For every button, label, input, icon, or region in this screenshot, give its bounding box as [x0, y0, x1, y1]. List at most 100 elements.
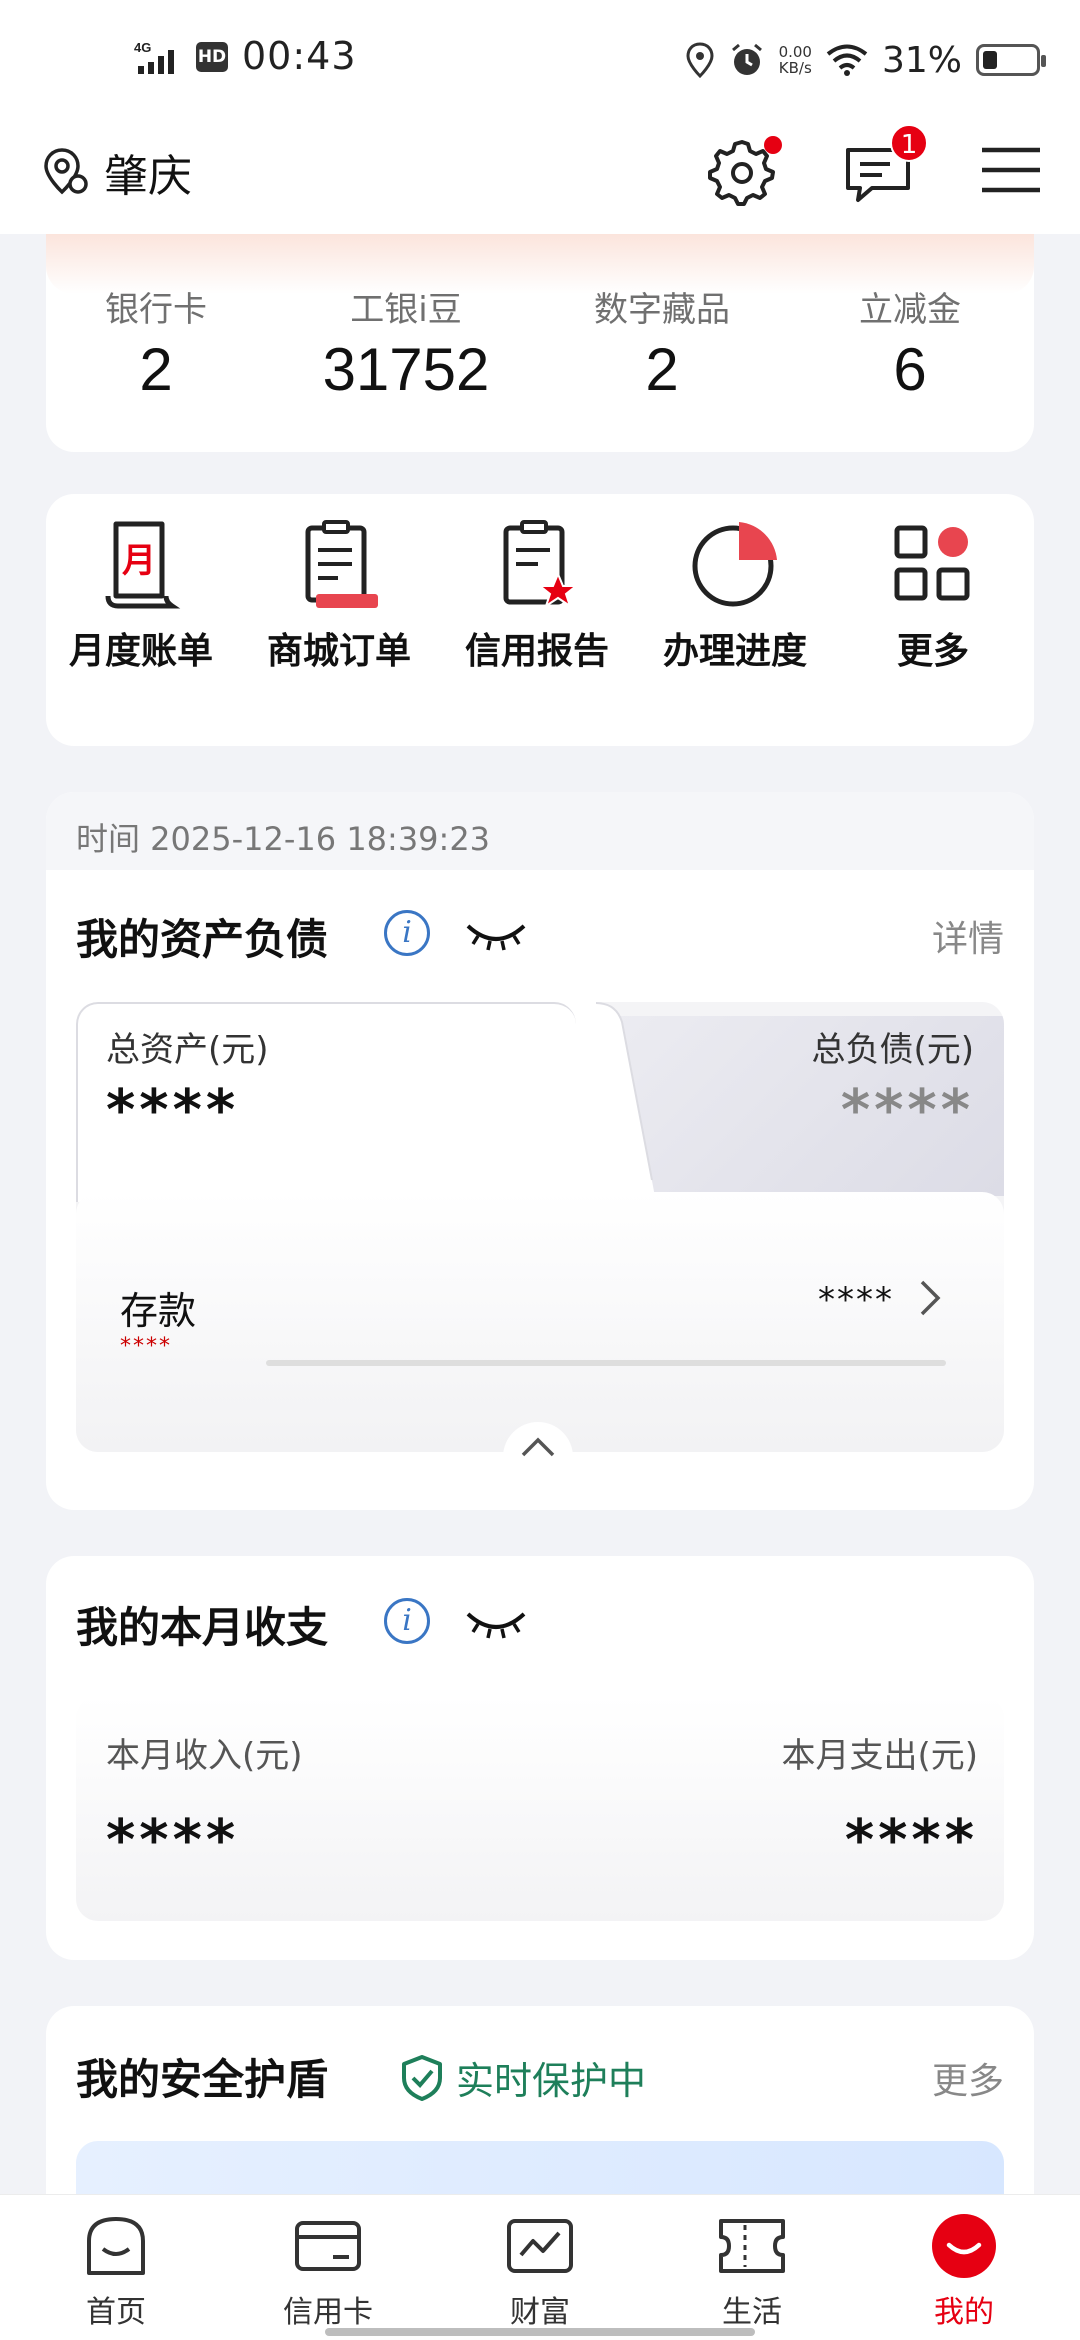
quick-progress[interactable]: 办理进度 [640, 516, 830, 674]
ticket-icon [719, 2219, 785, 2273]
nav-life[interactable]: 生活 [672, 2211, 832, 2331]
more-grid-icon [894, 525, 970, 601]
income-label: 本月收入(元) [106, 1736, 303, 1776]
security-status: 实时保护中 [400, 2050, 646, 2105]
location-icon [686, 42, 714, 78]
quick-monthly-bill[interactable]: 月 月度账单 [46, 516, 236, 674]
wifi-icon [826, 44, 868, 76]
nav-label: 我的 [934, 2295, 994, 2330]
shield-check-icon [402, 2054, 442, 2101]
app-header: 肇庆 1 [0, 118, 1080, 234]
nav-wealth[interactable]: 财富 [460, 2211, 620, 2331]
total-liabilities-value: **** [840, 1078, 974, 1143]
credit-report-icon [503, 520, 579, 609]
city-name: 肇庆 [104, 151, 192, 202]
status-right-group: 0.00 KB/s 31% [685, 30, 1046, 90]
battery-icon [976, 44, 1046, 76]
expense-value: **** [844, 1808, 978, 1873]
deposit-sub-value: **** [120, 1334, 172, 1359]
stat-value: 6 [893, 336, 927, 403]
stat-label: 立减金 [859, 290, 961, 330]
cellular-signal-icon: 4G [134, 40, 194, 80]
message-count-badge: 1 [890, 124, 928, 162]
income-value: **** [106, 1808, 240, 1873]
quick-actions-card: 月 月度账单 商城订单 信用报告 办理进度 更多 [46, 494, 1034, 746]
chevron-right-icon [920, 1280, 941, 1316]
home-indicator[interactable] [325, 2328, 755, 2336]
security-status-text: 实时保护中 [456, 2059, 647, 2103]
quick-label: 信用报告 [464, 631, 609, 672]
messages-button[interactable]: 1 [840, 124, 928, 208]
update-timestamp: 时间 2025-12-16 18:39:23 [76, 820, 491, 858]
location-pin-icon [44, 148, 88, 195]
battery-percent: 31% [881, 39, 962, 81]
eye-closed-icon[interactable] [464, 1604, 528, 1644]
quick-credit-report[interactable]: 信用报告 [442, 516, 632, 674]
security-more-link[interactable]: 更多 [932, 2052, 1004, 2104]
deposit-progress-bar [266, 1360, 946, 1366]
stat-bank-cards[interactable]: 银行卡 2 [36, 282, 276, 404]
stat-label: 银行卡 [105, 290, 207, 330]
quick-label: 更多 [896, 631, 969, 672]
nav-label: 生活 [722, 2295, 782, 2330]
svg-text:4G: 4G [134, 40, 151, 55]
network-speed: 0.00 KB/s [779, 44, 812, 76]
home-smile-icon [87, 2217, 145, 2275]
assets-detail-link[interactable]: 详情 [932, 910, 1004, 962]
info-icon[interactable]: i [384, 1598, 430, 1644]
quick-label: 办理进度 [662, 631, 807, 672]
assets-title: 我的资产负债 [76, 915, 329, 964]
assets-card: 时间 2025-12-16 18:39:23 我的资产负债 i 详情 总资产(元… [46, 792, 1034, 1510]
total-assets-value: **** [106, 1078, 240, 1143]
credit-card-icon [295, 2221, 361, 2271]
monthly-bill-icon: 月 [105, 521, 181, 609]
income-card: 我的本月收支 i 本月收入(元) **** 本月支出(元) **** [46, 1556, 1034, 1960]
nav-label: 首页 [86, 2295, 146, 2330]
deposit-value: **** [818, 1280, 894, 1320]
city-selector[interactable]: 肇庆 [40, 140, 192, 204]
stat-beans[interactable]: 工银i豆 31752 [286, 282, 526, 404]
settings-button[interactable] [704, 132, 782, 208]
stat-label: 工银i豆 [350, 290, 462, 330]
stat-discount[interactable]: 立减金 6 [790, 282, 1030, 404]
svg-text:月: 月 [122, 541, 156, 581]
quick-mall-orders[interactable]: 商城订单 [244, 516, 434, 674]
nav-credit-card[interactable]: 信用卡 [248, 2211, 408, 2331]
settings-notification-dot [764, 136, 782, 154]
profile-smile-icon [932, 2214, 996, 2278]
stat-collectibles[interactable]: 数字藏品 2 [542, 282, 782, 404]
hd-badge: HD [196, 42, 228, 72]
income-summary-box[interactable]: 本月收入(元) **** 本月支出(元) **** [76, 1696, 1004, 1921]
menu-button[interactable] [976, 132, 1052, 208]
status-bar: 4G HD 00:43 0.00 KB/s 31% [0, 0, 1080, 118]
deposit-section[interactable]: 存款 **** **** [76, 1192, 1004, 1452]
asset-summary-box: 总资产(元) **** 总负债(元) **** 存款 **** **** [76, 1002, 1004, 1452]
nav-label: 财富 [510, 2295, 570, 2330]
eye-closed-icon[interactable] [464, 916, 528, 956]
timestamp-bar: 时间 2025-12-16 18:39:23 [46, 792, 1034, 870]
income-title: 我的本月收支 [76, 1603, 329, 1652]
quick-more[interactable]: 更多 [838, 516, 1028, 674]
quick-label: 商城订单 [266, 631, 411, 672]
security-title: 我的安全护盾 [76, 2055, 329, 2104]
alarm-icon [731, 43, 762, 75]
speed-unit: KB/s [778, 59, 812, 77]
summary-card: 银行卡 2 工银i豆 31752 数字藏品 2 立减金 6 [46, 234, 1034, 452]
quick-label: 月度账单 [68, 631, 213, 672]
nav-mine[interactable]: 我的 [884, 2211, 1044, 2331]
total-assets-label: 总资产(元) [106, 1030, 269, 1070]
chevron-up-icon [521, 1437, 555, 1457]
nav-home[interactable]: 首页 [36, 2211, 196, 2331]
info-icon[interactable]: i [384, 910, 430, 956]
nav-label: 信用卡 [283, 2295, 373, 2330]
wealth-chart-icon [507, 2219, 573, 2273]
progress-pie-icon [692, 522, 777, 607]
stat-value: 2 [645, 336, 679, 403]
stat-value: 31752 [322, 336, 490, 403]
expense-label: 本月支出(元) [781, 1736, 978, 1776]
security-banner[interactable] [76, 2141, 1004, 2201]
stat-label: 数字藏品 [594, 290, 730, 330]
hamburger-icon [982, 147, 1040, 193]
mall-order-icon [305, 520, 378, 608]
total-liabilities-label: 总负债(元) [811, 1030, 974, 1070]
